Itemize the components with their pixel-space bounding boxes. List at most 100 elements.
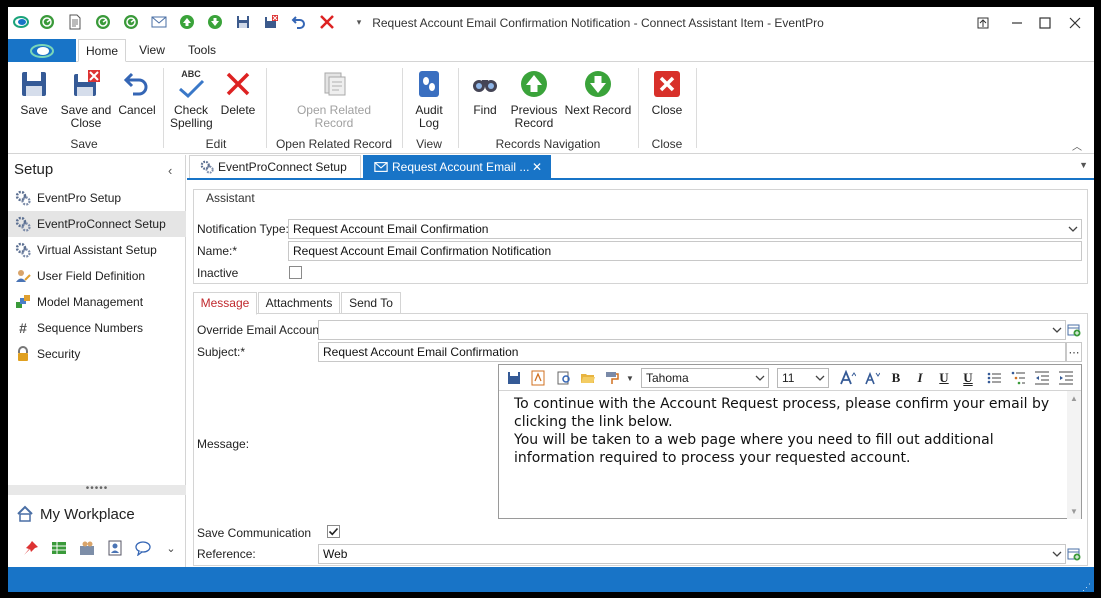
close-label: Close bbox=[651, 103, 683, 117]
notification-type-select[interactable]: Request Account Email Confirmation bbox=[288, 219, 1082, 239]
folder-users-icon[interactable] bbox=[78, 539, 96, 557]
app-logo-icon[interactable] bbox=[12, 13, 30, 31]
save-and-close-button[interactable]: Save and Close bbox=[58, 68, 114, 130]
nav-splitter[interactable]: ••••• bbox=[8, 484, 186, 495]
nav-item-eventpro-setup[interactable]: EventPro Setup bbox=[8, 185, 186, 211]
collapse-ribbon-icon[interactable]: ︿ bbox=[1072, 138, 1082, 153]
subject-more-button[interactable]: ⋯ bbox=[1066, 342, 1082, 362]
nav-item-eventproconnect-setup[interactable]: EventProConnect Setup bbox=[8, 211, 186, 237]
doc-tab-request-account-email[interactable]: Request Account Email ... ✕ bbox=[363, 155, 551, 178]
close-icon bbox=[654, 71, 680, 97]
scroll-up-icon[interactable]: ▲ bbox=[1070, 394, 1078, 403]
mail-icon[interactable] bbox=[150, 13, 168, 31]
name-field[interactable]: Request Account Email Confirmation Notif… bbox=[288, 241, 1082, 261]
reference-select[interactable]: Web bbox=[318, 544, 1066, 564]
chevron-down-icon[interactable] bbox=[1065, 220, 1081, 238]
status-bar: ⋰ bbox=[8, 567, 1094, 592]
my-workplace-button[interactable]: My Workplace bbox=[16, 505, 135, 523]
audit-log-button[interactable]: Audit Log bbox=[410, 68, 448, 130]
minimize-icon[interactable] bbox=[1002, 11, 1032, 35]
down-arrow-icon[interactable] bbox=[206, 13, 224, 31]
close-button[interactable]: Close bbox=[648, 68, 686, 117]
chevron-down-icon[interactable] bbox=[1049, 321, 1065, 339]
menu-tab-home[interactable]: Home bbox=[78, 39, 126, 62]
multilevel-list-icon[interactable] bbox=[1009, 369, 1027, 387]
save-communication-checkbox[interactable] bbox=[327, 525, 340, 538]
menu-tab-tools[interactable]: Tools bbox=[180, 39, 224, 62]
next-record-button[interactable]: Next Record bbox=[564, 68, 632, 117]
style-icon[interactable] bbox=[529, 369, 547, 387]
grow-font-icon[interactable] bbox=[839, 369, 857, 387]
close-tab-icon[interactable]: ✕ bbox=[532, 160, 542, 174]
my-workplace-label: My Workplace bbox=[40, 505, 135, 523]
maximize-icon[interactable] bbox=[1030, 11, 1060, 35]
tab-attachments[interactable]: Attachments bbox=[258, 292, 340, 314]
doc-tab-eventproconnect-setup[interactable]: EventProConnect Setup bbox=[189, 155, 361, 178]
save-icon[interactable] bbox=[234, 13, 252, 31]
nav-item-security[interactable]: Security bbox=[8, 341, 186, 367]
override-email-select[interactable] bbox=[318, 320, 1066, 340]
rich-text-editor[interactable]: ▼ Tahoma 11 B I U U To continue with the… bbox=[498, 364, 1082, 519]
tab-send-to[interactable]: Send To bbox=[341, 292, 401, 314]
previous-record-button[interactable]: Previous Record bbox=[508, 68, 560, 130]
chevron-down-icon[interactable] bbox=[752, 369, 768, 387]
document-icon[interactable] bbox=[66, 13, 84, 31]
chevron-down-icon[interactable]: ▼ bbox=[621, 369, 639, 387]
save-close-icon[interactable] bbox=[262, 13, 280, 31]
restore-icon[interactable] bbox=[968, 11, 998, 35]
more-chevron-icon[interactable]: ⌄ bbox=[162, 539, 180, 557]
bold-icon[interactable]: B bbox=[887, 369, 905, 387]
refresh-icon[interactable] bbox=[94, 13, 112, 31]
pin-icon[interactable] bbox=[22, 539, 40, 557]
italic-icon[interactable]: I bbox=[911, 369, 929, 387]
up-arrow-icon[interactable] bbox=[178, 13, 196, 31]
add-email-account-icon[interactable] bbox=[1066, 320, 1082, 340]
format-painter-icon[interactable] bbox=[603, 369, 621, 387]
scroll-down-icon[interactable]: ▼ bbox=[1070, 507, 1078, 516]
underline-icon[interactable]: U bbox=[935, 369, 953, 387]
open-related-record-icon bbox=[324, 72, 346, 96]
save-label: Save bbox=[20, 103, 48, 117]
checkmark-icon bbox=[328, 527, 339, 536]
tab-list-dropdown-icon[interactable]: ▼ bbox=[1079, 160, 1088, 170]
chevron-down-icon[interactable] bbox=[1049, 545, 1065, 563]
open-related-record-button[interactable]: Open Related Record bbox=[292, 68, 376, 130]
resize-grip-icon[interactable]: ⋰ bbox=[1082, 583, 1091, 592]
cancel-button[interactable]: Cancel bbox=[118, 68, 156, 117]
delete-button[interactable]: Delete bbox=[218, 68, 258, 117]
font-name-select[interactable]: Tahoma bbox=[641, 368, 769, 388]
nav-item-user-field-definition[interactable]: User Field Definition bbox=[8, 263, 186, 289]
refresh-icon[interactable] bbox=[38, 13, 56, 31]
indent-icon[interactable] bbox=[1057, 369, 1075, 387]
nav-collapse-icon[interactable]: ‹ bbox=[168, 163, 172, 178]
nav-item-sequence-numbers[interactable]: # Sequence Numbers bbox=[8, 315, 186, 341]
tab-message[interactable]: Message bbox=[193, 292, 257, 315]
contacts-icon[interactable] bbox=[106, 539, 124, 557]
chat-icon[interactable] bbox=[134, 539, 152, 557]
grid-icon[interactable] bbox=[50, 539, 68, 557]
outdent-icon[interactable] bbox=[1033, 369, 1051, 387]
close-window-icon[interactable] bbox=[1060, 11, 1090, 35]
check-spelling-button[interactable]: ABC Check Spelling bbox=[170, 68, 213, 130]
bullets-icon[interactable] bbox=[985, 369, 1003, 387]
file-menu-button[interactable] bbox=[8, 39, 76, 62]
menu-tab-view[interactable]: View bbox=[132, 39, 172, 62]
shrink-font-icon[interactable] bbox=[863, 369, 881, 387]
editor-scrollbar[interactable]: ▲ ▼ bbox=[1067, 391, 1081, 519]
chevron-down-icon[interactable] bbox=[812, 369, 828, 387]
double-underline-icon[interactable]: U bbox=[959, 369, 977, 387]
save-button[interactable]: Save bbox=[16, 68, 52, 117]
add-reference-icon[interactable] bbox=[1066, 544, 1082, 564]
refresh-icon[interactable] bbox=[122, 13, 140, 31]
inactive-checkbox[interactable] bbox=[289, 266, 302, 279]
subject-field[interactable]: Request Account Email Confirmation bbox=[318, 342, 1066, 362]
nav-item-model-management[interactable]: Model Management bbox=[8, 289, 186, 315]
find-replace-icon[interactable] bbox=[555, 369, 573, 387]
undo-icon[interactable] bbox=[290, 13, 308, 31]
find-button[interactable]: Find bbox=[468, 68, 502, 117]
message-body[interactable]: To continue with the Account Request pro… bbox=[514, 395, 1059, 467]
font-size-select[interactable]: 11 bbox=[777, 368, 829, 388]
nav-item-virtual-assistant-setup[interactable]: Virtual Assistant Setup bbox=[8, 237, 186, 263]
save-icon[interactable] bbox=[505, 369, 523, 387]
open-folder-icon[interactable] bbox=[579, 369, 597, 387]
